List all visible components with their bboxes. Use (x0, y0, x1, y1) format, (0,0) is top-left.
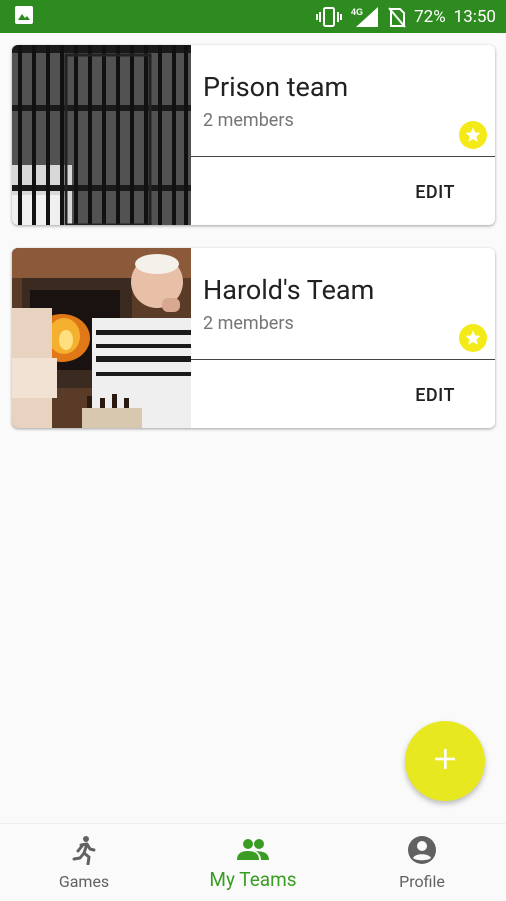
bottom-navigation: Games My Teams Profile (0, 823, 506, 901)
edit-button[interactable]: EDIT (415, 385, 455, 406)
add-team-button[interactable] (405, 721, 485, 801)
nav-item-profile[interactable]: Profile (372, 824, 472, 901)
signal-icon: 4G (350, 6, 380, 28)
nav-label-games: Games (58, 872, 110, 891)
account-circle-icon (407, 834, 437, 866)
status-bar: 4G 72% 13:50 (0, 0, 506, 33)
network-type: 4G (351, 7, 363, 17)
image-icon (14, 5, 34, 29)
group-icon (236, 834, 270, 866)
card-divider (191, 156, 495, 157)
team-card[interactable]: Prison team 2 members EDIT (12, 45, 495, 225)
favorite-star-icon[interactable] (459, 121, 487, 149)
edit-button[interactable]: EDIT (415, 182, 455, 203)
running-person-icon (71, 834, 97, 866)
nav-label-my-teams: My Teams (209, 868, 297, 891)
team-name: Prison team (203, 71, 349, 103)
no-sim-icon (388, 6, 406, 28)
team-member-count: 2 members (203, 110, 294, 131)
nav-item-games[interactable]: Games (34, 824, 134, 901)
plus-icon (434, 748, 456, 774)
favorite-star-icon[interactable] (459, 324, 487, 352)
team-image-prison (12, 45, 191, 225)
team-member-count: 2 members (203, 313, 294, 334)
nav-item-my-teams[interactable]: My Teams (195, 824, 311, 901)
nav-label-profile: Profile (399, 872, 445, 891)
battery-percentage: 72% (414, 6, 446, 27)
clock: 13:50 (453, 6, 496, 27)
team-card[interactable]: Harold's Team 2 members EDIT (12, 248, 495, 428)
team-image-harold (12, 248, 191, 428)
card-divider (191, 359, 495, 360)
team-name: Harold's Team (203, 274, 375, 306)
vibrate-icon (316, 6, 343, 28)
